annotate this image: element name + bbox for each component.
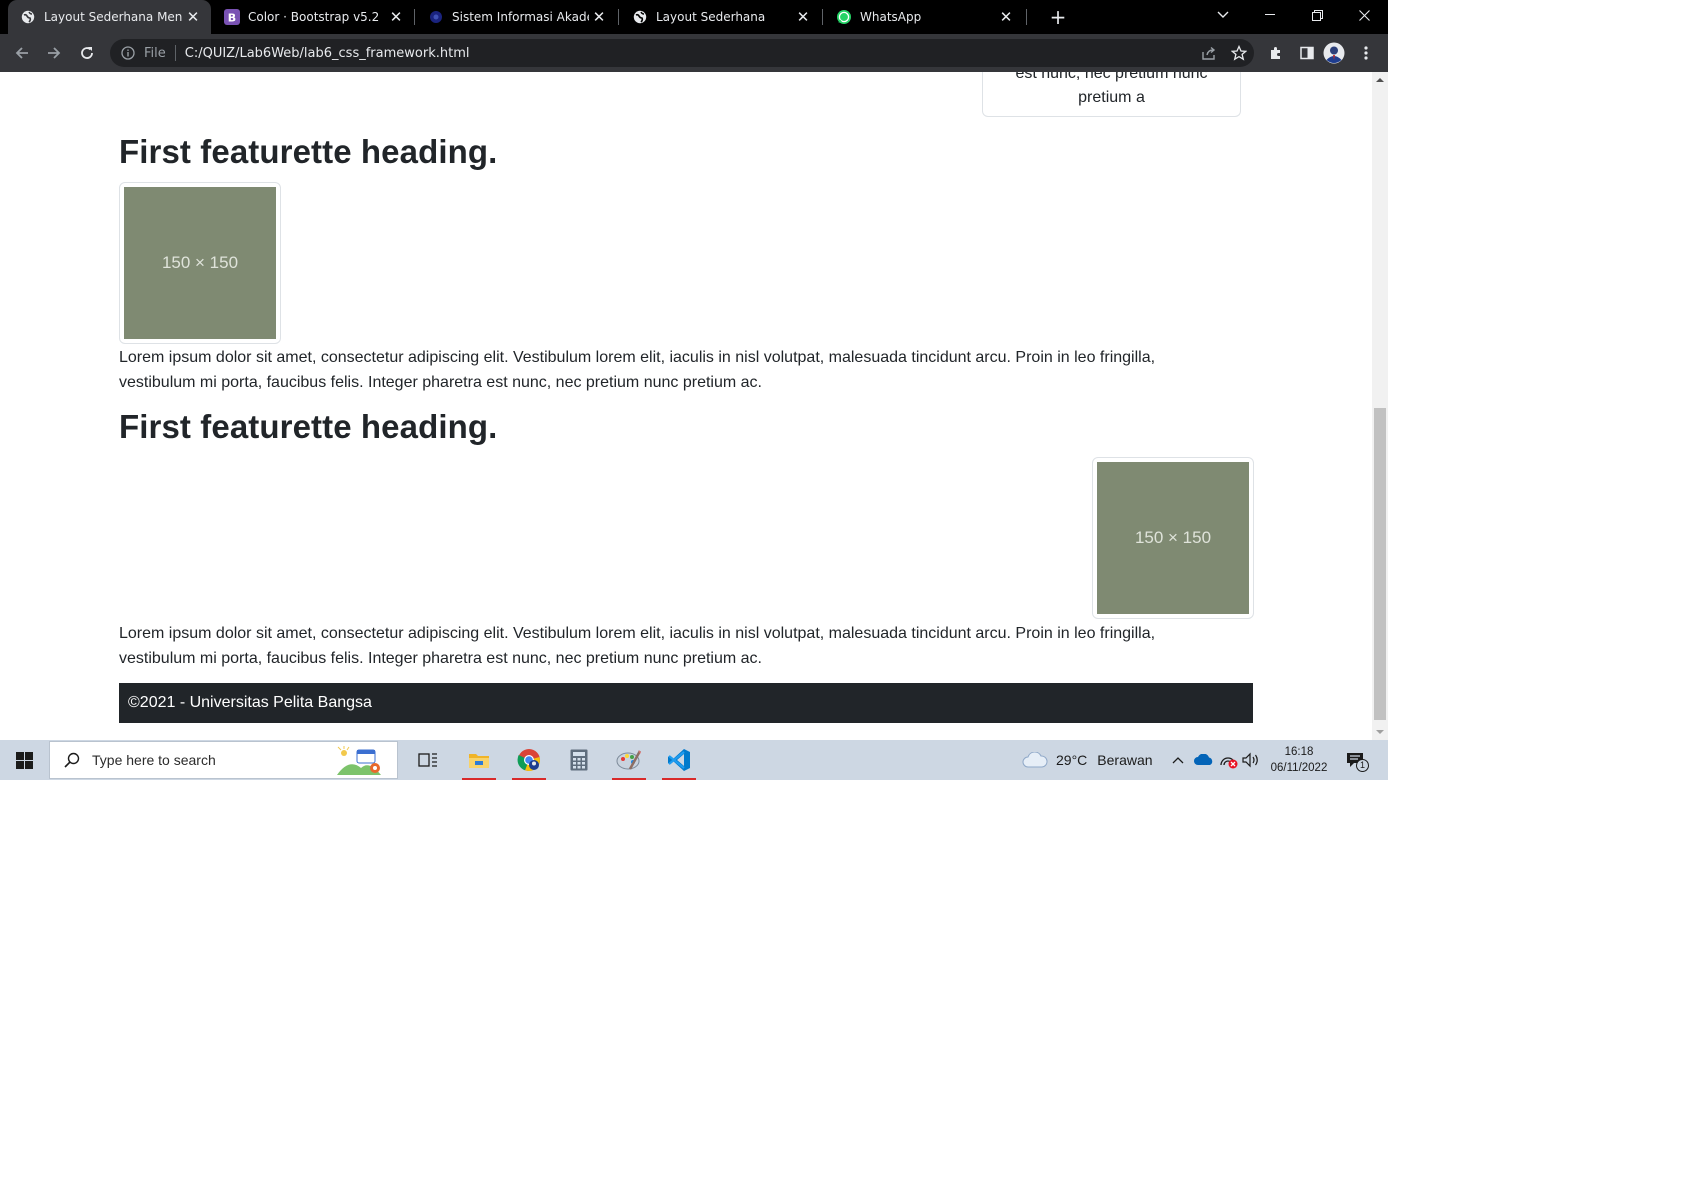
card-text-line: pretium a — [1078, 89, 1145, 106]
restore-icon[interactable] — [1294, 0, 1340, 30]
placeholder-label: 150 × 150 — [161, 253, 239, 272]
cloud-icon — [1022, 752, 1048, 768]
text-line: vestibulum mi porta, faucibus felis. Int… — [119, 374, 762, 391]
action-center-icon[interactable]: 1 — [1346, 740, 1369, 780]
address-bar[interactable]: File C:/QUIZ/Lab6Web/lab6_css_framework.… — [110, 39, 1254, 67]
close-tab-icon[interactable]: ✕ — [793, 7, 813, 27]
windows-start-icon[interactable] — [0, 740, 48, 780]
file-explorer-icon[interactable] — [456, 740, 502, 780]
card-text-line: est nunc, nec pretium nunc — [1015, 72, 1208, 82]
reload-icon[interactable] — [74, 40, 100, 66]
forward-icon[interactable] — [41, 40, 67, 66]
tab-title: Color · Bootstrap v5.2 — [248, 10, 380, 24]
globe-icon — [20, 9, 36, 25]
tab-color-bootstrap[interactable]: B Color · Bootstrap v5.2 ✕ — [212, 0, 414, 34]
image-placeholder: 150 × 150 — [124, 187, 276, 339]
onedrive-icon[interactable] — [1194, 740, 1214, 780]
minimize-icon[interactable] — [1247, 0, 1293, 30]
close-tab-icon[interactable]: ✕ — [183, 7, 203, 27]
featurette-image: 150 × 150 — [1092, 457, 1254, 619]
tab-layout-sederhana[interactable]: Layout Sederhana ✕ — [620, 0, 821, 34]
globe-icon — [632, 9, 648, 25]
text-line: vestibulum mi porta, faucibus felis. Int… — [119, 650, 762, 667]
page-viewport[interactable]: est nunc, nec pretium nunc pretium a Fir… — [0, 72, 1372, 740]
page-footer: ©2021 - Universitas Pelita Bangsa — [119, 683, 1253, 723]
search-highlight-icon — [335, 746, 383, 776]
url-text[interactable]: C:/QUIZ/Lab6Web/lab6_css_framework.html — [185, 46, 470, 61]
search-icon — [62, 750, 82, 770]
tab-sistem-informasi-akademik[interactable]: Sistem Informasi Akademik ✕ — [416, 0, 617, 34]
vertical-scrollbar[interactable] — [1372, 72, 1388, 740]
featurette-text: Lorem ipsum dolor sit amet, consectetur … — [119, 621, 1199, 671]
chrome-icon[interactable] — [506, 740, 552, 780]
weather-temp: 29°C — [1056, 752, 1088, 768]
bootstrap-icon: B — [224, 9, 240, 25]
show-hidden-icons-chevron-icon[interactable] — [1172, 740, 1184, 780]
svg-text:B: B — [228, 12, 236, 25]
share-icon[interactable] — [1198, 42, 1220, 64]
tab-layout-sederhana-menggunakan[interactable]: Layout Sederhana Menggunakan ✕ — [8, 0, 211, 34]
close-tab-icon[interactable]: ✕ — [386, 7, 406, 27]
paint-icon[interactable] — [606, 740, 652, 780]
taskbar-search-box[interactable]: Type here to search — [49, 741, 398, 779]
system-clock[interactable]: 16:18 06/11/2022 — [1266, 744, 1332, 776]
new-tab-icon[interactable]: + — [1035, 2, 1081, 32]
notification-count-badge: 1 — [1356, 759, 1369, 772]
extensions-icon[interactable] — [1265, 42, 1287, 64]
featurette-image: 150 × 150 — [119, 182, 281, 344]
calculator-icon[interactable] — [556, 740, 602, 780]
browser-toolbar: File C:/QUIZ/Lab6Web/lab6_css_framework.… — [0, 34, 1388, 72]
tab-title: Sistem Informasi Akademik — [452, 10, 589, 24]
whatsapp-icon — [836, 9, 852, 25]
side-panel-icon[interactable] — [1296, 42, 1318, 64]
bookmark-star-icon[interactable] — [1228, 42, 1250, 64]
site-info-icon[interactable] — [120, 45, 136, 61]
back-icon[interactable] — [9, 40, 35, 66]
scrollbar-thumb[interactable] — [1374, 408, 1386, 720]
tab-whatsapp[interactable]: WhatsApp ✕ — [824, 0, 1024, 34]
search-placeholder: Type here to search — [92, 752, 216, 768]
task-view-icon[interactable] — [405, 740, 451, 780]
close-tab-icon[interactable]: ✕ — [589, 7, 609, 27]
placeholder-label: 150 × 150 — [1134, 528, 1212, 547]
footer-text: ©2021 - Universitas Pelita Bangsa — [128, 694, 372, 711]
featurette-heading: First featurette heading. — [119, 133, 498, 170]
network-error-icon[interactable] — [1219, 740, 1239, 780]
profile-avatar[interactable] — [1323, 42, 1345, 64]
clock-date: 06/11/2022 — [1270, 762, 1328, 774]
tab-search-chevron-icon[interactable] — [1200, 0, 1246, 30]
tab-title: WhatsApp — [860, 10, 922, 24]
volume-icon[interactable] — [1242, 740, 1260, 780]
academic-icon — [428, 9, 444, 25]
weather-condition: Berawan — [1097, 752, 1153, 768]
scroll-up-arrow-icon[interactable] — [1372, 72, 1388, 88]
tab-strip: Layout Sederhana Menggunakan ✕ B Color ·… — [0, 0, 1388, 34]
featurette-heading: First featurette heading. — [119, 408, 498, 445]
tab-title: Layout Sederhana — [656, 10, 766, 24]
menu-kebab-icon[interactable] — [1355, 42, 1377, 64]
tab-title: Layout Sederhana Menggunakan — [44, 10, 183, 24]
close-tab-icon[interactable]: ✕ — [996, 7, 1016, 27]
scheme-label: File — [144, 45, 166, 61]
partial-card: est nunc, nec pretium nunc pretium a — [982, 72, 1241, 117]
clock-time: 16:18 — [1284, 746, 1314, 758]
close-window-icon[interactable] — [1341, 0, 1387, 30]
weather-widget[interactable]: 29°C Berawan — [1022, 740, 1153, 780]
text-line: Lorem ipsum dolor sit amet, consectetur … — [119, 349, 1156, 366]
screen: Layout Sederhana Menggunakan ✕ B Color ·… — [0, 0, 1388, 780]
text-line: Lorem ipsum dolor sit amet, consectetur … — [119, 625, 1156, 642]
scroll-down-arrow-icon[interactable] — [1372, 724, 1388, 740]
image-placeholder: 150 × 150 — [1097, 462, 1249, 614]
featurette-text: Lorem ipsum dolor sit amet, consectetur … — [119, 345, 1199, 395]
vscode-icon[interactable] — [656, 740, 702, 780]
windows-taskbar: Type here to search 29°C Berawan 16:18 0… — [0, 740, 1388, 780]
